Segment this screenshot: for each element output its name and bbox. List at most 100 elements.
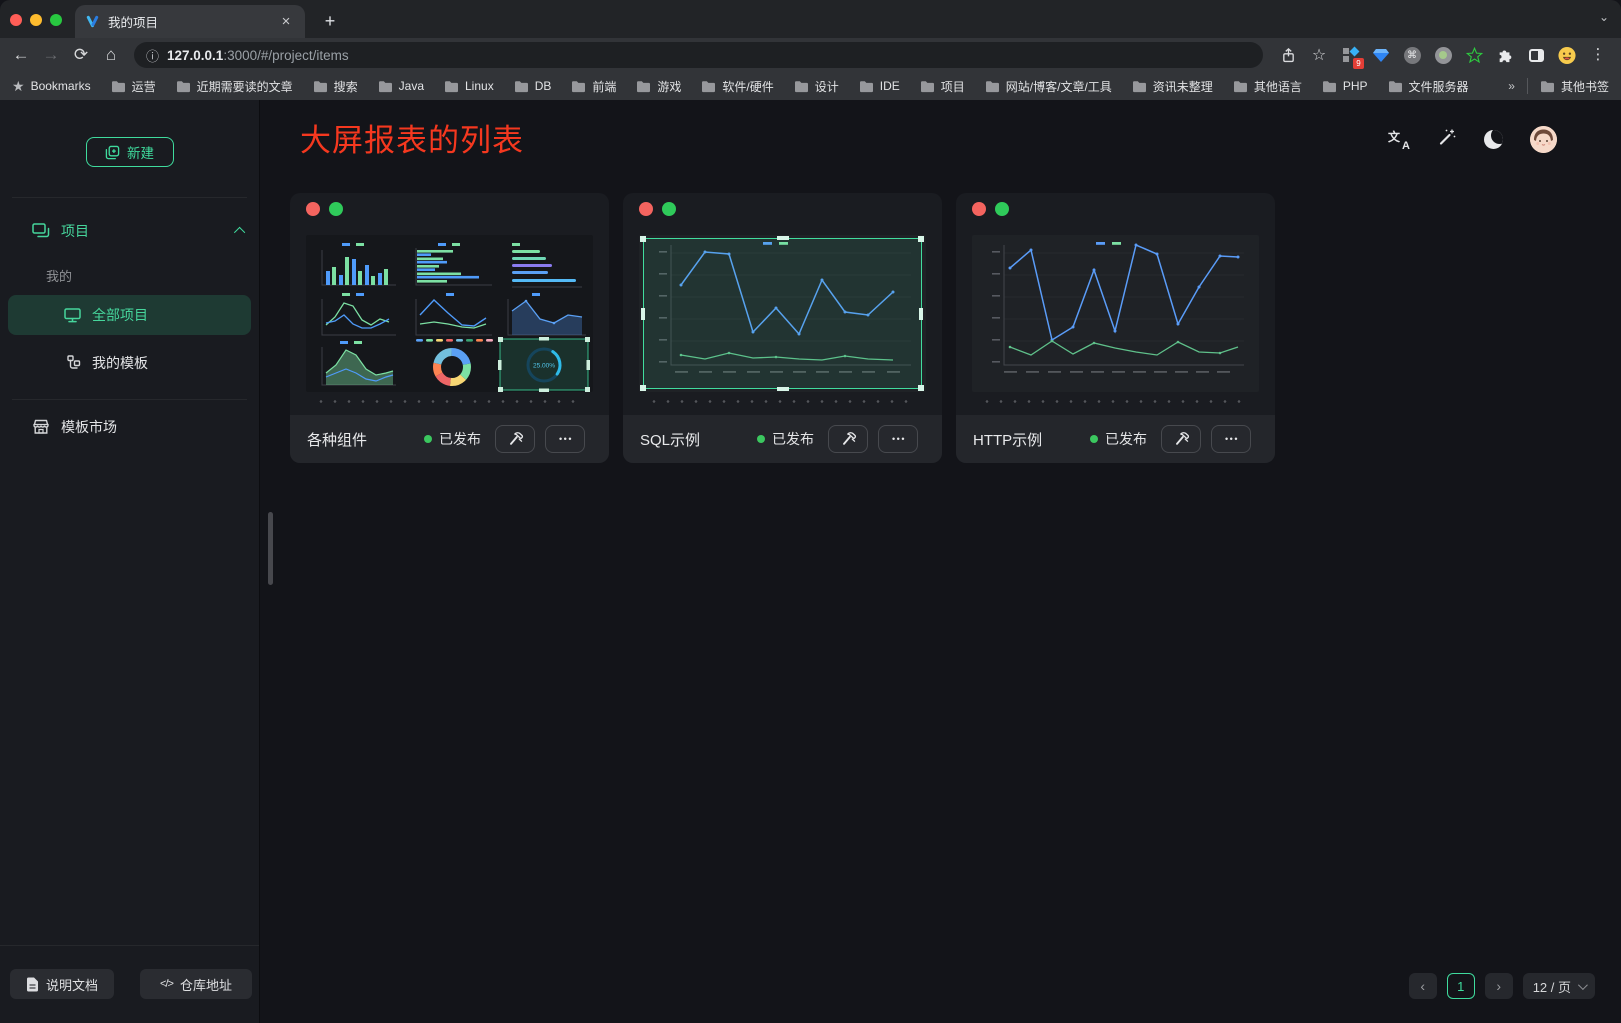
selection-box	[643, 238, 922, 389]
puzzle-extensions-icon[interactable]	[1496, 46, 1514, 64]
selection-handle[interactable]	[640, 236, 646, 242]
edit-project-button[interactable]	[828, 425, 868, 453]
star-extension-icon[interactable]	[1465, 46, 1483, 64]
status-badge: 已发布	[439, 429, 481, 449]
tab-search-chevron-icon[interactable]: ⌄	[1599, 10, 1609, 24]
selection-handle[interactable]	[641, 308, 645, 320]
project-card[interactable]: HTTP示例 已发布 •••	[956, 193, 1275, 463]
bookmark-folder[interactable]: 前端	[571, 78, 616, 95]
bookmarks-manager-item[interactable]: ★ Bookmarks	[12, 78, 91, 95]
minimize-window-button[interactable]	[30, 14, 42, 26]
home-icon[interactable]: ⌂	[98, 42, 124, 68]
bookmark-folder[interactable]: 项目	[920, 78, 965, 95]
browser-tab[interactable]: 我的项目 ×	[75, 5, 305, 38]
address-bar[interactable]: ⓘ 127.0.0.1:3000/#/project/items	[134, 42, 1263, 68]
chevron-up-icon[interactable]	[234, 227, 245, 238]
command-extension-icon[interactable]: ⌘	[1403, 46, 1421, 64]
user-avatar[interactable]	[1530, 126, 1557, 153]
selection-handle[interactable]	[777, 236, 789, 240]
bookmark-folder[interactable]: Java	[378, 79, 424, 93]
prev-page-button[interactable]: ‹	[1409, 973, 1437, 999]
current-page-button[interactable]: 1	[1447, 973, 1475, 999]
bookmark-folder[interactable]: 游戏	[636, 78, 681, 95]
folder-icon	[859, 80, 874, 93]
hammer-icon	[507, 431, 524, 448]
extension-grid-icon[interactable]: 9	[1341, 46, 1359, 64]
bookmark-folder[interactable]: IDE	[859, 79, 900, 93]
selection-handle[interactable]	[918, 385, 924, 391]
project-card[interactable]: 25.00% 各种组件 已发布	[290, 193, 609, 463]
bookmark-folder[interactable]: 文件服务器	[1388, 78, 1469, 95]
browser-menu-icon[interactable]: ⋮	[1589, 46, 1607, 64]
card-green-dot	[995, 202, 1009, 216]
repo-button[interactable]: </> 仓库地址	[140, 969, 252, 999]
status-badge: 已发布	[772, 429, 814, 449]
bookmark-folder[interactable]: Linux	[444, 79, 494, 93]
bookmark-folder[interactable]: DB	[514, 79, 552, 93]
bookmark-folder[interactable]: 搜索	[313, 78, 358, 95]
reload-icon[interactable]: ⟳	[68, 42, 94, 68]
more-actions-button[interactable]: •••	[878, 425, 918, 453]
dark-mode-moon-icon[interactable]	[1484, 130, 1503, 149]
magic-wand-icon[interactable]	[1437, 127, 1457, 152]
more-actions-button[interactable]: •••	[545, 425, 585, 453]
project-card[interactable]: SQL示例 已发布 •••	[623, 193, 942, 463]
page-info-icon[interactable]: ⓘ	[146, 46, 159, 65]
zoom-window-button[interactable]	[50, 14, 62, 26]
next-page-button[interactable]: ›	[1485, 973, 1513, 999]
profile-avatar-icon[interactable]	[1558, 46, 1576, 64]
side-panel-icon[interactable]	[1527, 46, 1545, 64]
language-icon[interactable]: 文A	[1388, 129, 1410, 151]
sidebar-section-project[interactable]: 项目	[0, 210, 259, 252]
bookmark-folder[interactable]: 网站/博客/文章/工具	[985, 78, 1112, 95]
bookmark-star-icon[interactable]: ☆	[1310, 46, 1328, 64]
bookmark-folder[interactable]: 其他语言	[1233, 78, 1302, 95]
sidebar-item-my-templates[interactable]: 我的模板	[8, 343, 251, 383]
card-dotted-divider	[314, 400, 585, 403]
bookmark-folder[interactable]: 资讯未整理	[1132, 78, 1213, 95]
browser-toolbar: ← → ⟳ ⌂ ⓘ 127.0.0.1:3000/#/project/items…	[0, 38, 1621, 72]
folder-icon	[1322, 80, 1337, 93]
more-actions-button[interactable]: •••	[1211, 425, 1251, 453]
back-icon[interactable]: ←	[8, 42, 34, 68]
sidebar-item-all-projects[interactable]: 全部项目	[8, 295, 251, 335]
folder-icon	[514, 80, 529, 93]
card-footer: SQL示例 已发布 •••	[623, 415, 942, 463]
page-size-select[interactable]: 12 / 页	[1523, 973, 1595, 999]
selection-handle[interactable]	[918, 236, 924, 242]
bookmark-folder[interactable]: 运营	[111, 78, 156, 95]
record-extension-icon[interactable]	[1434, 46, 1452, 64]
sidebar-item-template-market[interactable]: 模板市场	[0, 406, 259, 448]
bookmark-folder-list: 运营 近期需要读的文章 搜索 Java	[111, 78, 1469, 95]
share-icon[interactable]	[1279, 46, 1297, 64]
folder-icon	[378, 80, 393, 93]
edit-project-button[interactable]	[1161, 425, 1201, 453]
bookmark-folder[interactable]: 软件/硬件	[701, 78, 773, 95]
new-tab-button[interactable]: +	[318, 10, 342, 34]
selection-handle[interactable]	[640, 385, 646, 391]
bookmarks-overflow-chevron[interactable]: »	[1508, 79, 1515, 93]
docs-button[interactable]: 说明文档	[10, 969, 114, 999]
browser-window: 我的项目 × + ⌄ ← → ⟳ ⌂ ⓘ 127.0.0.1:3000/#/pr…	[0, 0, 1621, 1023]
bookmark-folder[interactable]: 设计	[794, 78, 839, 95]
gem-extension-icon[interactable]	[1372, 46, 1390, 64]
bookmark-folder[interactable]: 近期需要读的文章	[176, 78, 293, 95]
tab-close-icon[interactable]: ×	[277, 13, 295, 31]
card-footer: 各种组件 已发布 •••	[290, 415, 609, 463]
edit-project-button[interactable]	[495, 425, 535, 453]
forward-icon[interactable]: →	[38, 42, 64, 68]
close-window-button[interactable]	[10, 14, 22, 26]
new-copy-plus-icon	[105, 145, 120, 160]
selection-handle[interactable]	[919, 308, 923, 320]
selection-handle[interactable]	[777, 387, 789, 391]
sidebar-divider	[12, 399, 247, 400]
new-project-button[interactable]: 新建	[86, 137, 174, 167]
sidebar-group-mine: 我的	[0, 252, 259, 295]
bookmarks-bar: ★ Bookmarks 运营 近期需要读的文章	[0, 72, 1621, 100]
scrollbar-thumb[interactable]	[268, 512, 273, 585]
other-bookmarks-folder[interactable]: 其他书签	[1540, 78, 1609, 95]
main-content: 大屏报表的列表 文A	[261, 100, 1621, 1023]
card-title: SQL示例	[640, 429, 700, 450]
bookmark-folder[interactable]: PHP	[1322, 79, 1368, 93]
header-actions: 文A	[1388, 126, 1557, 153]
